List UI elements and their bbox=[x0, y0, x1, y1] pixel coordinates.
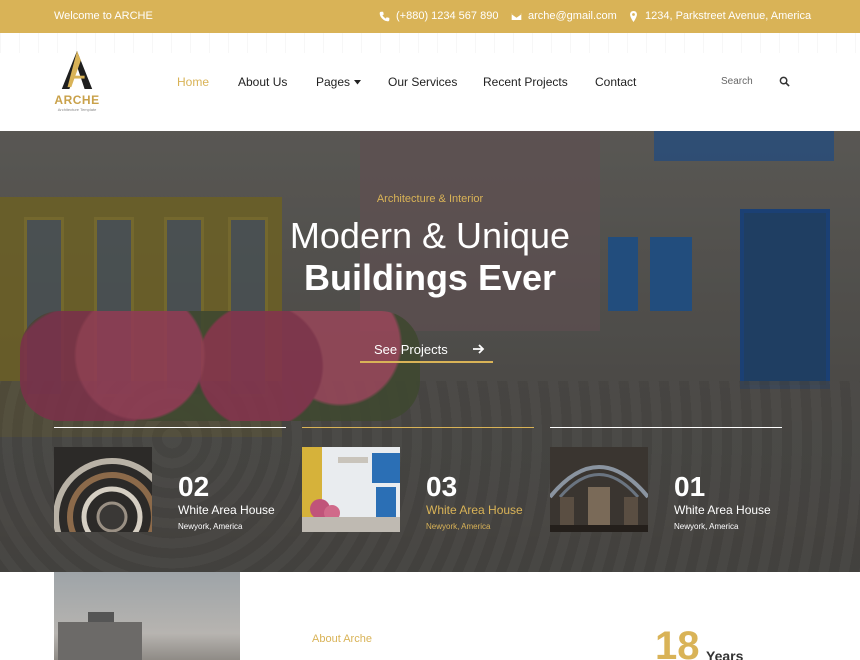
see-projects-label: See Projects bbox=[374, 341, 448, 357]
hero-section: Architecture & Interior Modern & Unique … bbox=[0, 131, 860, 572]
logo-mark-icon bbox=[61, 51, 93, 89]
logo-tagline: Architecture Template bbox=[57, 107, 97, 112]
nav-about-us[interactable]: About Us bbox=[238, 75, 287, 89]
project-card[interactable]: 01 White Area House Newyork, America bbox=[550, 427, 782, 537]
email-text: arche@gmail.com bbox=[528, 10, 617, 22]
project-card[interactable]: 03 White Area House Newyork, America bbox=[302, 427, 534, 537]
years-number: 18 bbox=[655, 624, 700, 660]
project-thumbnail bbox=[550, 447, 648, 532]
envelope-icon bbox=[511, 12, 522, 20]
nav-contact-label: Contact bbox=[595, 75, 637, 89]
nav-our-services-label: Our Services bbox=[388, 75, 458, 89]
hero-title-line1: Modern & Unique bbox=[289, 215, 571, 256]
header-decoration bbox=[0, 33, 860, 53]
project-card[interactable]: 02 White Area House Newyork, America bbox=[54, 427, 286, 537]
map-pin-icon bbox=[630, 10, 637, 22]
project-number: 02 bbox=[178, 471, 210, 502]
project-thumbnail bbox=[54, 447, 152, 532]
nav-home-label: Home bbox=[177, 75, 210, 89]
card-divider bbox=[302, 427, 534, 428]
project-thumbnail bbox=[302, 447, 400, 532]
phone-icon bbox=[379, 11, 390, 21]
welcome-text: Welcome to ARCHE bbox=[54, 10, 153, 22]
about-label: About Arche bbox=[312, 633, 372, 645]
hero-title-line2: Buildings Ever bbox=[303, 257, 557, 298]
card-divider bbox=[550, 427, 782, 428]
project-location: Newyork, America bbox=[178, 522, 243, 531]
top-bar: Welcome to ARCHE (+880) 1234 567 890 arc… bbox=[0, 0, 860, 33]
hero-subtitle: Architecture & Interior bbox=[376, 193, 484, 205]
project-name: White Area House bbox=[178, 503, 275, 517]
project-name: White Area House bbox=[674, 503, 771, 517]
caret-down-icon bbox=[354, 79, 362, 84]
see-projects-button[interactable]: See Projects bbox=[360, 337, 493, 363]
email-link[interactable]: arche@gmail.com bbox=[511, 10, 617, 22]
project-number: 01 bbox=[674, 471, 706, 502]
nav-recent-projects-label: Recent Projects bbox=[483, 75, 568, 89]
phone-text: (+880) 1234 567 890 bbox=[396, 10, 499, 22]
nav-home[interactable]: Home bbox=[177, 75, 209, 89]
site-header: ARCHE Architecture Template Home About U… bbox=[0, 33, 860, 131]
logo[interactable]: ARCHE Architecture Template bbox=[54, 49, 100, 117]
address-text: 1234, Parkstreet Avenue, America bbox=[645, 10, 812, 22]
nav-pages-label: Pages bbox=[316, 75, 351, 89]
project-number: 03 bbox=[426, 471, 458, 502]
search-input[interactable]: Search bbox=[721, 76, 753, 87]
nav-our-services[interactable]: Our Services bbox=[388, 75, 457, 89]
logo-name: ARCHE bbox=[54, 93, 100, 107]
project-location: Newyork, America bbox=[674, 522, 739, 531]
project-location: Newyork, America bbox=[426, 522, 491, 531]
project-name: White Area House bbox=[426, 503, 523, 517]
address-link[interactable]: 1234, Parkstreet Avenue, America bbox=[628, 10, 811, 22]
nav-contact[interactable]: Contact bbox=[595, 75, 636, 89]
nav-recent-projects[interactable]: Recent Projects bbox=[483, 75, 568, 89]
nav-about-us-label: About Us bbox=[238, 75, 288, 89]
arrow-right-icon bbox=[473, 344, 485, 354]
search-icon[interactable] bbox=[779, 76, 790, 87]
card-divider bbox=[54, 427, 286, 428]
years-label: Years bbox=[706, 648, 744, 660]
nav-pages[interactable]: Pages bbox=[316, 75, 362, 89]
about-image bbox=[54, 572, 240, 660]
phone-link[interactable]: (+880) 1234 567 890 bbox=[379, 10, 498, 22]
